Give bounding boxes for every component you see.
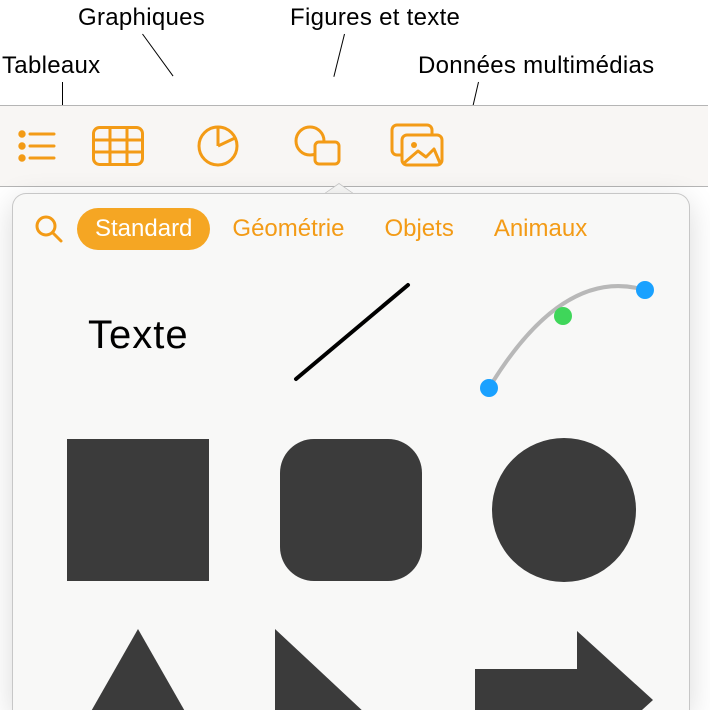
- right-triangle-icon: [271, 625, 431, 710]
- arrow-right-icon: [469, 625, 659, 710]
- toolbar: [0, 105, 708, 187]
- media-button[interactable]: [368, 116, 468, 176]
- curve-icon: [469, 270, 659, 400]
- shape-arrow-right[interactable]: [464, 620, 664, 710]
- shape-text-label: Texte: [88, 313, 189, 358]
- callout-figures: Figures et texte: [290, 4, 460, 32]
- callout-media: Données multimédias: [418, 52, 654, 80]
- tab-objets[interactable]: Objets: [366, 208, 471, 250]
- shape-rounded-square[interactable]: [251, 430, 451, 590]
- search-button[interactable]: [27, 214, 71, 244]
- search-icon: [34, 214, 64, 244]
- shape-curve-draw[interactable]: [464, 270, 664, 400]
- chart-button[interactable]: [168, 116, 268, 176]
- rounded-square-icon: [276, 435, 426, 585]
- shape-square[interactable]: [38, 430, 238, 590]
- shapes-popover: Standard Géométrie Objets Animaux Texte: [12, 193, 690, 710]
- media-icon: [390, 123, 446, 169]
- square-icon: [63, 435, 213, 585]
- callout-graphiques: Graphiques: [78, 4, 205, 32]
- tab-geometrie[interactable]: Géométrie: [214, 208, 362, 250]
- shape-text[interactable]: Texte: [38, 270, 238, 400]
- shape-line[interactable]: [251, 270, 451, 400]
- popover-caret: [322, 183, 356, 193]
- tab-standard[interactable]: Standard: [77, 208, 210, 250]
- shape-triangle[interactable]: [38, 620, 238, 710]
- table-icon: [92, 126, 144, 166]
- table-button[interactable]: [68, 116, 168, 176]
- list-icon: [18, 130, 58, 162]
- list-button[interactable]: [8, 116, 68, 176]
- shape-icon: [293, 124, 343, 168]
- line-icon: [276, 275, 426, 395]
- shape-right-triangle[interactable]: [251, 620, 451, 710]
- shape-button[interactable]: [268, 116, 368, 176]
- chart-icon: [196, 124, 240, 168]
- shape-circle[interactable]: [464, 430, 664, 590]
- callout-tableaux: Tableaux: [2, 52, 100, 80]
- tab-animaux[interactable]: Animaux: [476, 208, 605, 250]
- circle-icon: [489, 435, 639, 585]
- tabbar: Standard Géométrie Objets Animaux: [13, 194, 689, 264]
- triangle-icon: [53, 625, 223, 710]
